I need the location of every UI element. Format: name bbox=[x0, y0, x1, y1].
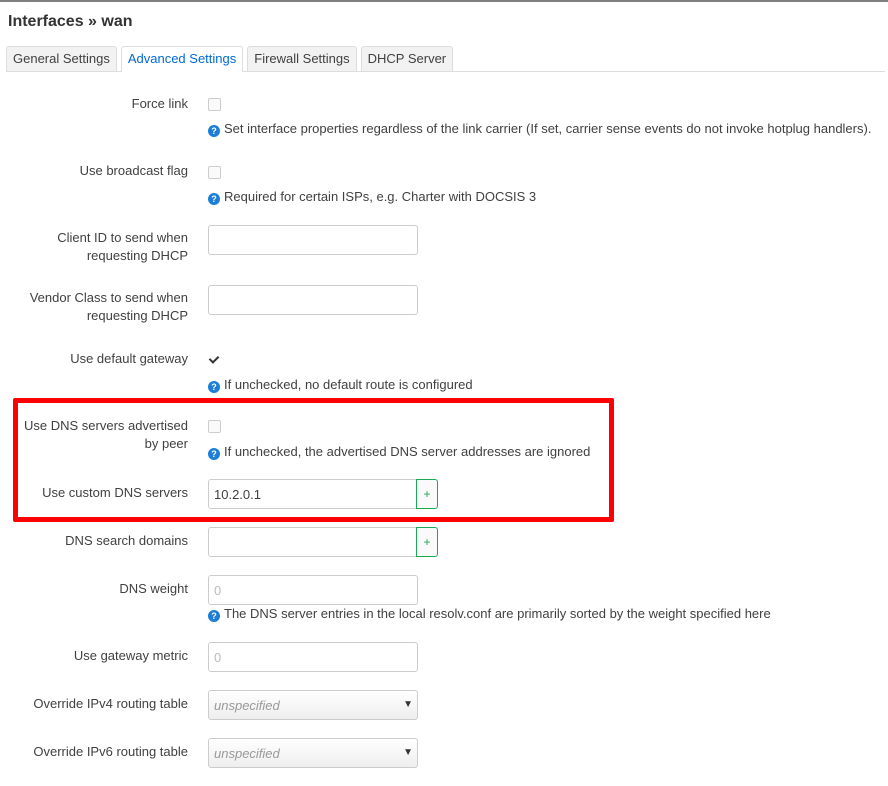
client-id-input[interactable] bbox=[208, 225, 418, 255]
top-border bbox=[0, 0, 888, 2]
default-gateway-checkbox[interactable] bbox=[208, 353, 221, 366]
default-gateway-label: Use default gateway bbox=[70, 351, 188, 366]
dns-search-add-button[interactable]: + bbox=[416, 527, 438, 557]
page-title: Interfaces » wan bbox=[8, 13, 133, 30]
peer-dns-help: ? If unchecked, the advertised DNS server… bbox=[208, 444, 590, 460]
tab-general-settings[interactable]: General Settings bbox=[6, 46, 117, 71]
gateway-metric-input[interactable] bbox=[208, 642, 418, 672]
help-icon: ? bbox=[208, 448, 220, 460]
dropdown-arrow-icon: ▼ bbox=[403, 699, 413, 710]
dns-search-list: + bbox=[208, 527, 438, 557]
dns-weight-label: DNS weight bbox=[119, 581, 188, 596]
default-gateway-help: ? If unchecked, no default route is confi… bbox=[208, 377, 473, 393]
help-icon: ? bbox=[208, 381, 220, 393]
help-icon: ? bbox=[208, 610, 220, 622]
force-link-checkbox[interactable] bbox=[208, 98, 221, 111]
broadcast-flag-label: Use broadcast flag bbox=[79, 163, 188, 178]
client-id-label: Client ID to send when requesting DHCP bbox=[57, 230, 188, 263]
ipv6-table-label: Override IPv6 routing table bbox=[33, 744, 188, 759]
dns-search-input[interactable] bbox=[208, 527, 417, 557]
ipv4-table-label: Override IPv4 routing table bbox=[33, 696, 188, 711]
dns-search-label: DNS search domains bbox=[65, 533, 188, 548]
force-link-label: Force link bbox=[131, 96, 188, 111]
ipv4-table-select[interactable]: unspecified ▼ bbox=[208, 690, 418, 720]
dropdown-arrow-icon: ▼ bbox=[403, 747, 413, 758]
force-link-help: ? Set interface properties regardless of … bbox=[208, 121, 871, 137]
peer-dns-checkbox[interactable] bbox=[208, 420, 221, 433]
broadcast-flag-help: ? Required for certain ISPs, e.g. Charter… bbox=[208, 189, 536, 205]
tab-bar: General Settings Advanced Settings Firew… bbox=[6, 46, 885, 72]
custom-dns-label: Use custom DNS servers bbox=[42, 485, 188, 500]
gateway-metric-label: Use gateway metric bbox=[73, 648, 188, 663]
custom-dns-add-button[interactable]: + bbox=[416, 479, 438, 509]
tab-dhcp-server[interactable]: DHCP Server bbox=[360, 46, 454, 71]
broadcast-flag-checkbox[interactable] bbox=[208, 166, 221, 179]
ipv4-table-value: unspecified bbox=[214, 698, 280, 713]
ipv6-table-value: unspecified bbox=[214, 746, 280, 761]
custom-dns-input[interactable] bbox=[208, 479, 417, 509]
ipv6-table-select[interactable]: unspecified ▼ bbox=[208, 738, 418, 768]
peer-dns-label: Use DNS servers advertised by peer bbox=[24, 418, 188, 451]
tab-advanced-settings[interactable]: Advanced Settings bbox=[120, 46, 244, 72]
custom-dns-list: + bbox=[208, 479, 438, 509]
dns-weight-help: ? The DNS server entries in the local res… bbox=[208, 606, 771, 622]
vendor-class-label: Vendor Class to send when requesting DHCP bbox=[29, 290, 188, 323]
help-icon: ? bbox=[208, 193, 220, 205]
tab-firewall-settings[interactable]: Firewall Settings bbox=[247, 46, 357, 71]
dns-weight-input[interactable] bbox=[208, 575, 418, 605]
vendor-class-input[interactable] bbox=[208, 285, 418, 315]
help-icon: ? bbox=[208, 125, 220, 137]
